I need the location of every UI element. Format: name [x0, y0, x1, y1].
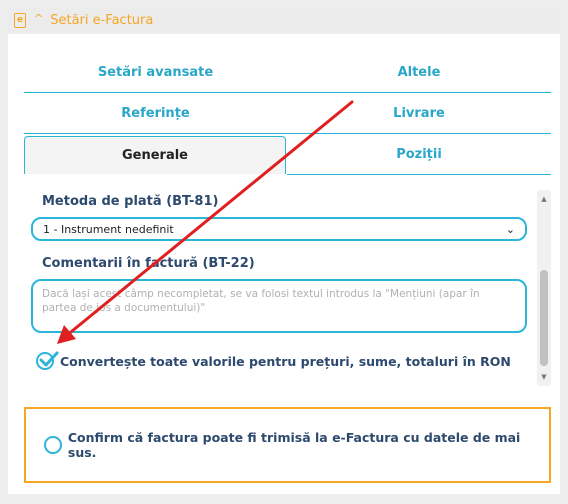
tab-generale[interactable]: Generale	[24, 136, 286, 174]
tab-referinte[interactable]: Referințe	[24, 94, 287, 134]
tab-altele[interactable]: Altele	[287, 53, 551, 93]
payment-method-value: 1 - Instrument nedefinit	[43, 222, 174, 236]
efactura-settings-header[interactable]: e ^ Setări e-Factura	[8, 8, 560, 32]
convert-ron-checkbox[interactable]	[36, 351, 59, 370]
checkmark-icon	[39, 351, 59, 367]
payment-method-select[interactable]: 1 - Instrument nedefinit ⌄	[31, 217, 527, 241]
confirm-box[interactable]: Confirm că factura poate fi trimisă la e…	[24, 407, 551, 483]
e-document-icon: e	[14, 12, 26, 28]
scrollbar-thumb[interactable]	[540, 270, 548, 366]
form-scrollbar[interactable]: ▲ ▼	[537, 190, 551, 386]
scroll-down-icon[interactable]: ▼	[537, 370, 551, 384]
confirm-checkbox[interactable]	[44, 436, 62, 454]
section-title: Setări e-Factura	[50, 12, 154, 28]
tab-setari-avansate[interactable]: Setări avansate	[24, 53, 287, 93]
general-settings-form: Metoda de plată (BT-81) 1 - Instrument n…	[24, 190, 544, 386]
scroll-up-icon[interactable]: ▲	[537, 192, 551, 206]
confirm-label: Confirm că factura poate fi trimisă la e…	[67, 430, 521, 460]
tab-livrare[interactable]: Livrare	[287, 94, 551, 134]
convert-ron-label: Convertește toate valorile pentru prețur…	[60, 353, 511, 369]
chevron-up-icon[interactable]: ^	[34, 12, 43, 25]
convert-ron-option[interactable]: Convertește toate valorile pentru prețur…	[36, 351, 511, 370]
invoice-comments-textarea[interactable]: Dacă lași acest câmp necompletat, se va …	[31, 279, 527, 333]
chevron-down-icon: ⌄	[505, 222, 515, 236]
tab-pozitii[interactable]: Poziții	[287, 135, 551, 175]
payment-method-label: Metoda de plată (BT-81)	[42, 194, 219, 209]
invoice-comments-label: Comentarii în factură (BT-22)	[42, 256, 255, 271]
